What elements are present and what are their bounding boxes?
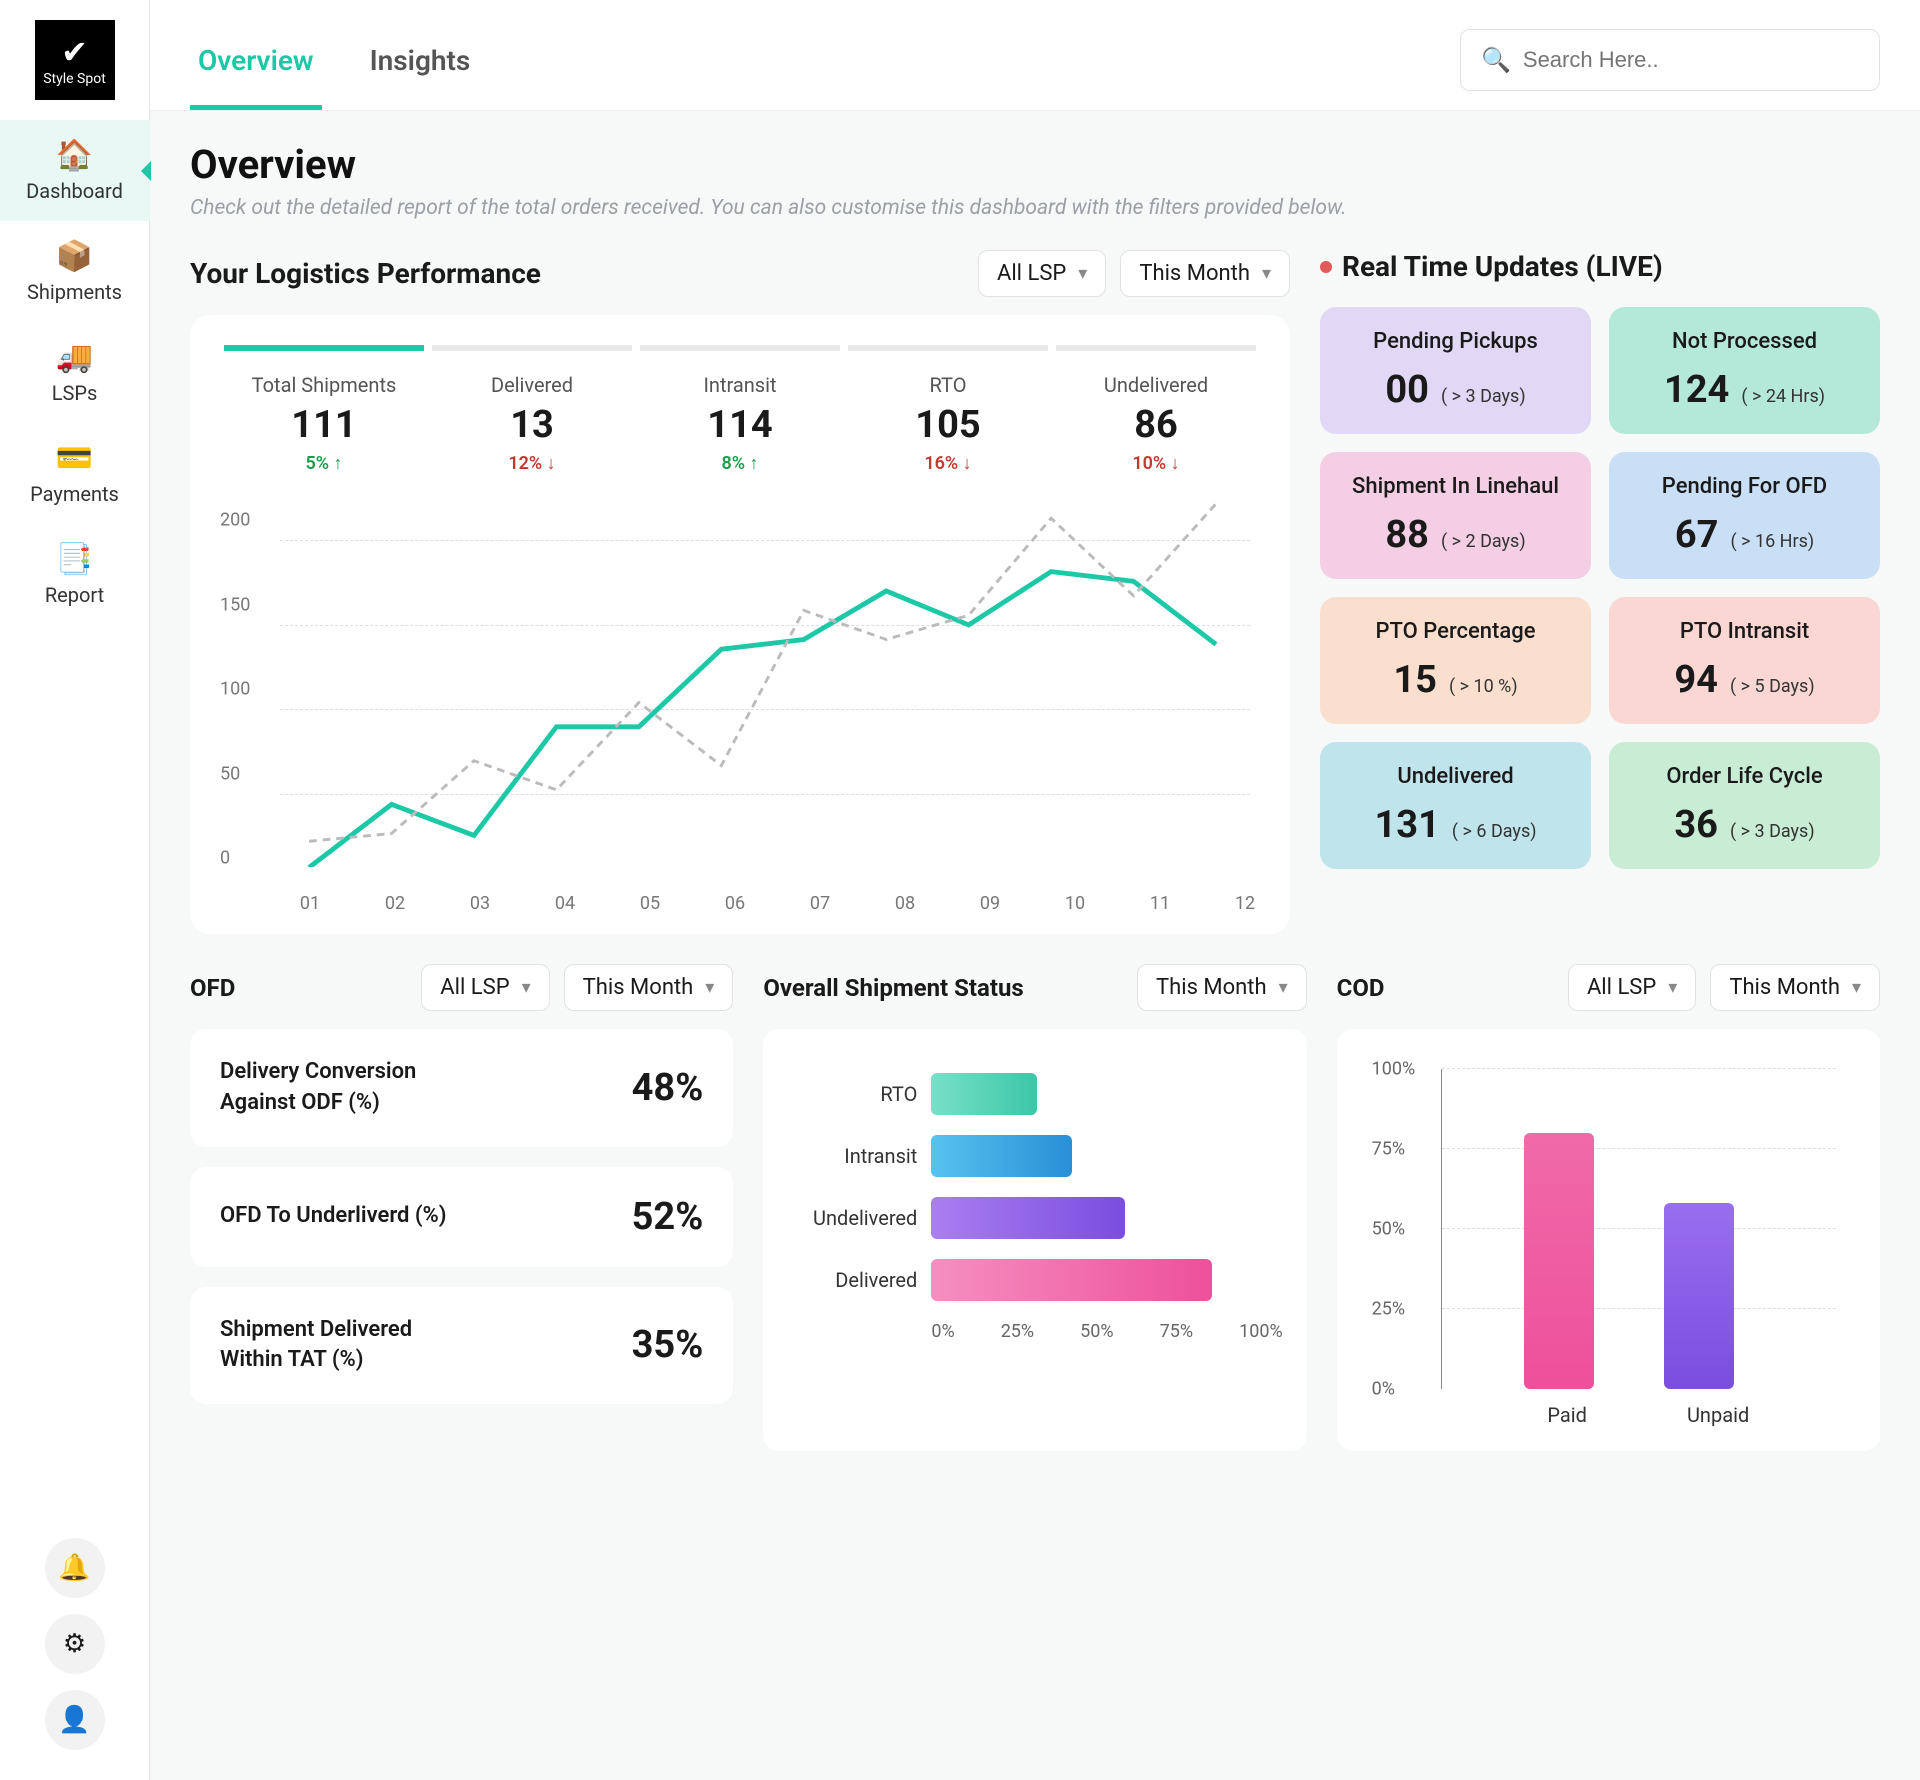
main: Overview Insights 🔍 Overview Check out t… [150,0,1920,1780]
chevron-down-icon: ▾ [1668,977,1677,998]
chevron-down-icon: ▾ [1078,263,1087,284]
kpi-undelivered[interactable]: Undelivered 131( > 6 Days) [1320,742,1591,869]
sidebar: ✔ Style Spot 🏠 Dashboard 📦 Shipments 🚚 L… [0,0,150,1780]
filter-period[interactable]: This Month ▾ [1120,250,1290,297]
stat-total-shipments[interactable]: Total Shipments 111 5% ↑ [224,345,424,474]
oss-filter-period[interactable]: This Month▾ [1137,964,1307,1011]
brand-logo: ✔ Style Spot [35,20,115,100]
ofd-filter-lsp[interactable]: All LSP▾ [421,964,549,1011]
logistics-line-chart: 0 50 100 150 200 01 02 03 04 [220,494,1260,914]
sidebar-item-shipments[interactable]: 📦 Shipments [0,221,150,322]
kpi-pto-intransit[interactable]: PTO Intransit 94( > 5 Days) [1609,597,1880,724]
topbar: Overview Insights 🔍 [150,0,1920,111]
search-input[interactable] [1523,47,1859,73]
tab-overview[interactable]: Overview [190,28,322,110]
stat-undelivered[interactable]: Undelivered 86 10% ↓ [1056,345,1256,474]
report-icon: 📑 [56,542,93,577]
sidebar-item-label: LSPs [52,381,98,405]
kpi-shipment-linehaul[interactable]: Shipment In Linehaul 88( > 2 Days) [1320,452,1591,579]
search-box[interactable]: 🔍 [1460,29,1880,91]
live-dot-icon [1320,261,1332,273]
shipment-status-chart: RTO Intransit Undelivered Delivered 0% 2… [763,1029,1306,1451]
ofd-underliverd: OFD To Underliverd (%) 52% [190,1167,733,1267]
rtu-panel: Real Time Updates (LIVE) Pending Pickups… [1320,250,1880,934]
kpi-pending-ofd[interactable]: Pending For OFD 67( > 16 Hrs) [1609,452,1880,579]
ofd-title: OFD [190,974,235,1002]
kpi-pending-pickups[interactable]: Pending Pickups 00( > 3 Days) [1320,307,1591,434]
chevron-down-icon: ▾ [1262,263,1271,284]
sidebar-item-label: Report [45,583,104,607]
kpi-pto-percentage[interactable]: PTO Percentage 15( > 10 %) [1320,597,1591,724]
kpi-not-processed[interactable]: Not Processed 124( > 24 Hrs) [1609,307,1880,434]
cod-filter-lsp[interactable]: All LSP▾ [1568,964,1696,1011]
cod-chart: 0% 25% 50% 75% 100% Paid Unp [1337,1029,1880,1451]
user-icon: 👤 [58,1705,90,1735]
chevron-down-icon: ▾ [705,977,714,998]
truck-icon: 🚚 [56,340,93,375]
sidebar-item-report[interactable]: 📑 Report [0,524,150,625]
sidebar-item-label: Shipments [27,280,122,304]
gear-icon: ⚙ [63,1629,86,1659]
profile-button[interactable]: 👤 [45,1690,105,1750]
cod-title: COD [1337,974,1385,1002]
card-icon: 💳 [56,441,93,476]
stat-row: Total Shipments 111 5% ↑ Delivered 13 12… [220,345,1260,474]
logo-swoosh-icon: ✔ [61,33,88,71]
line-chart-svg [280,494,1250,867]
rtu-title: Real Time Updates (LIVE) [1342,250,1663,283]
brand-name: Style Spot [43,71,106,87]
stat-delivered[interactable]: Delivered 13 12% ↓ [432,345,632,474]
logistics-card: Total Shipments 111 5% ↑ Delivered 13 12… [190,315,1290,934]
sidebar-item-label: Dashboard [26,179,123,203]
content: Overview Check out the detailed report o… [150,111,1920,1780]
kpi-order-life-cycle[interactable]: Order Life Cycle 36( > 3 Days) [1609,742,1880,869]
cod-filter-period[interactable]: This Month▾ [1710,964,1880,1011]
page-subtitle: Check out the detailed report of the tot… [190,196,1880,220]
notifications-button[interactable]: 🔔 [45,1538,105,1598]
sidebar-item-payments[interactable]: 💳 Payments [0,423,150,524]
bell-icon: 🔔 [58,1553,90,1583]
stat-rto[interactable]: RTO 105 16% ↓ [848,345,1048,474]
page-title: Overview [190,141,1880,188]
filter-lsp[interactable]: All LSP ▾ [978,250,1106,297]
sidebar-item-dashboard[interactable]: 🏠 Dashboard [0,120,150,221]
chevron-down-icon: ▾ [1852,977,1861,998]
search-icon: 🔍 [1481,46,1511,74]
sidebar-item-lsps[interactable]: 🚚 LSPs [0,322,150,423]
ofd-filter-period[interactable]: This Month▾ [564,964,734,1011]
logistics-title: Your Logistics Performance [190,257,541,290]
sidebar-item-label: Payments [30,482,119,506]
stat-intransit[interactable]: Intransit 114 8% ↑ [640,345,840,474]
chevron-down-icon: ▾ [522,977,531,998]
ofd-within-tat: Shipment Delivered Within TAT (%) 35% [190,1287,733,1405]
settings-button[interactable]: ⚙ [45,1614,105,1674]
tab-insights[interactable]: Insights [362,28,479,110]
ofd-delivery-conversion: Delivery Conversion Against ODF (%) 48% [190,1029,733,1147]
oss-title: Overall Shipment Status [763,974,1023,1002]
home-icon: 🏠 [56,138,93,173]
chevron-down-icon: ▾ [1279,977,1288,998]
box-icon: 📦 [56,239,93,274]
